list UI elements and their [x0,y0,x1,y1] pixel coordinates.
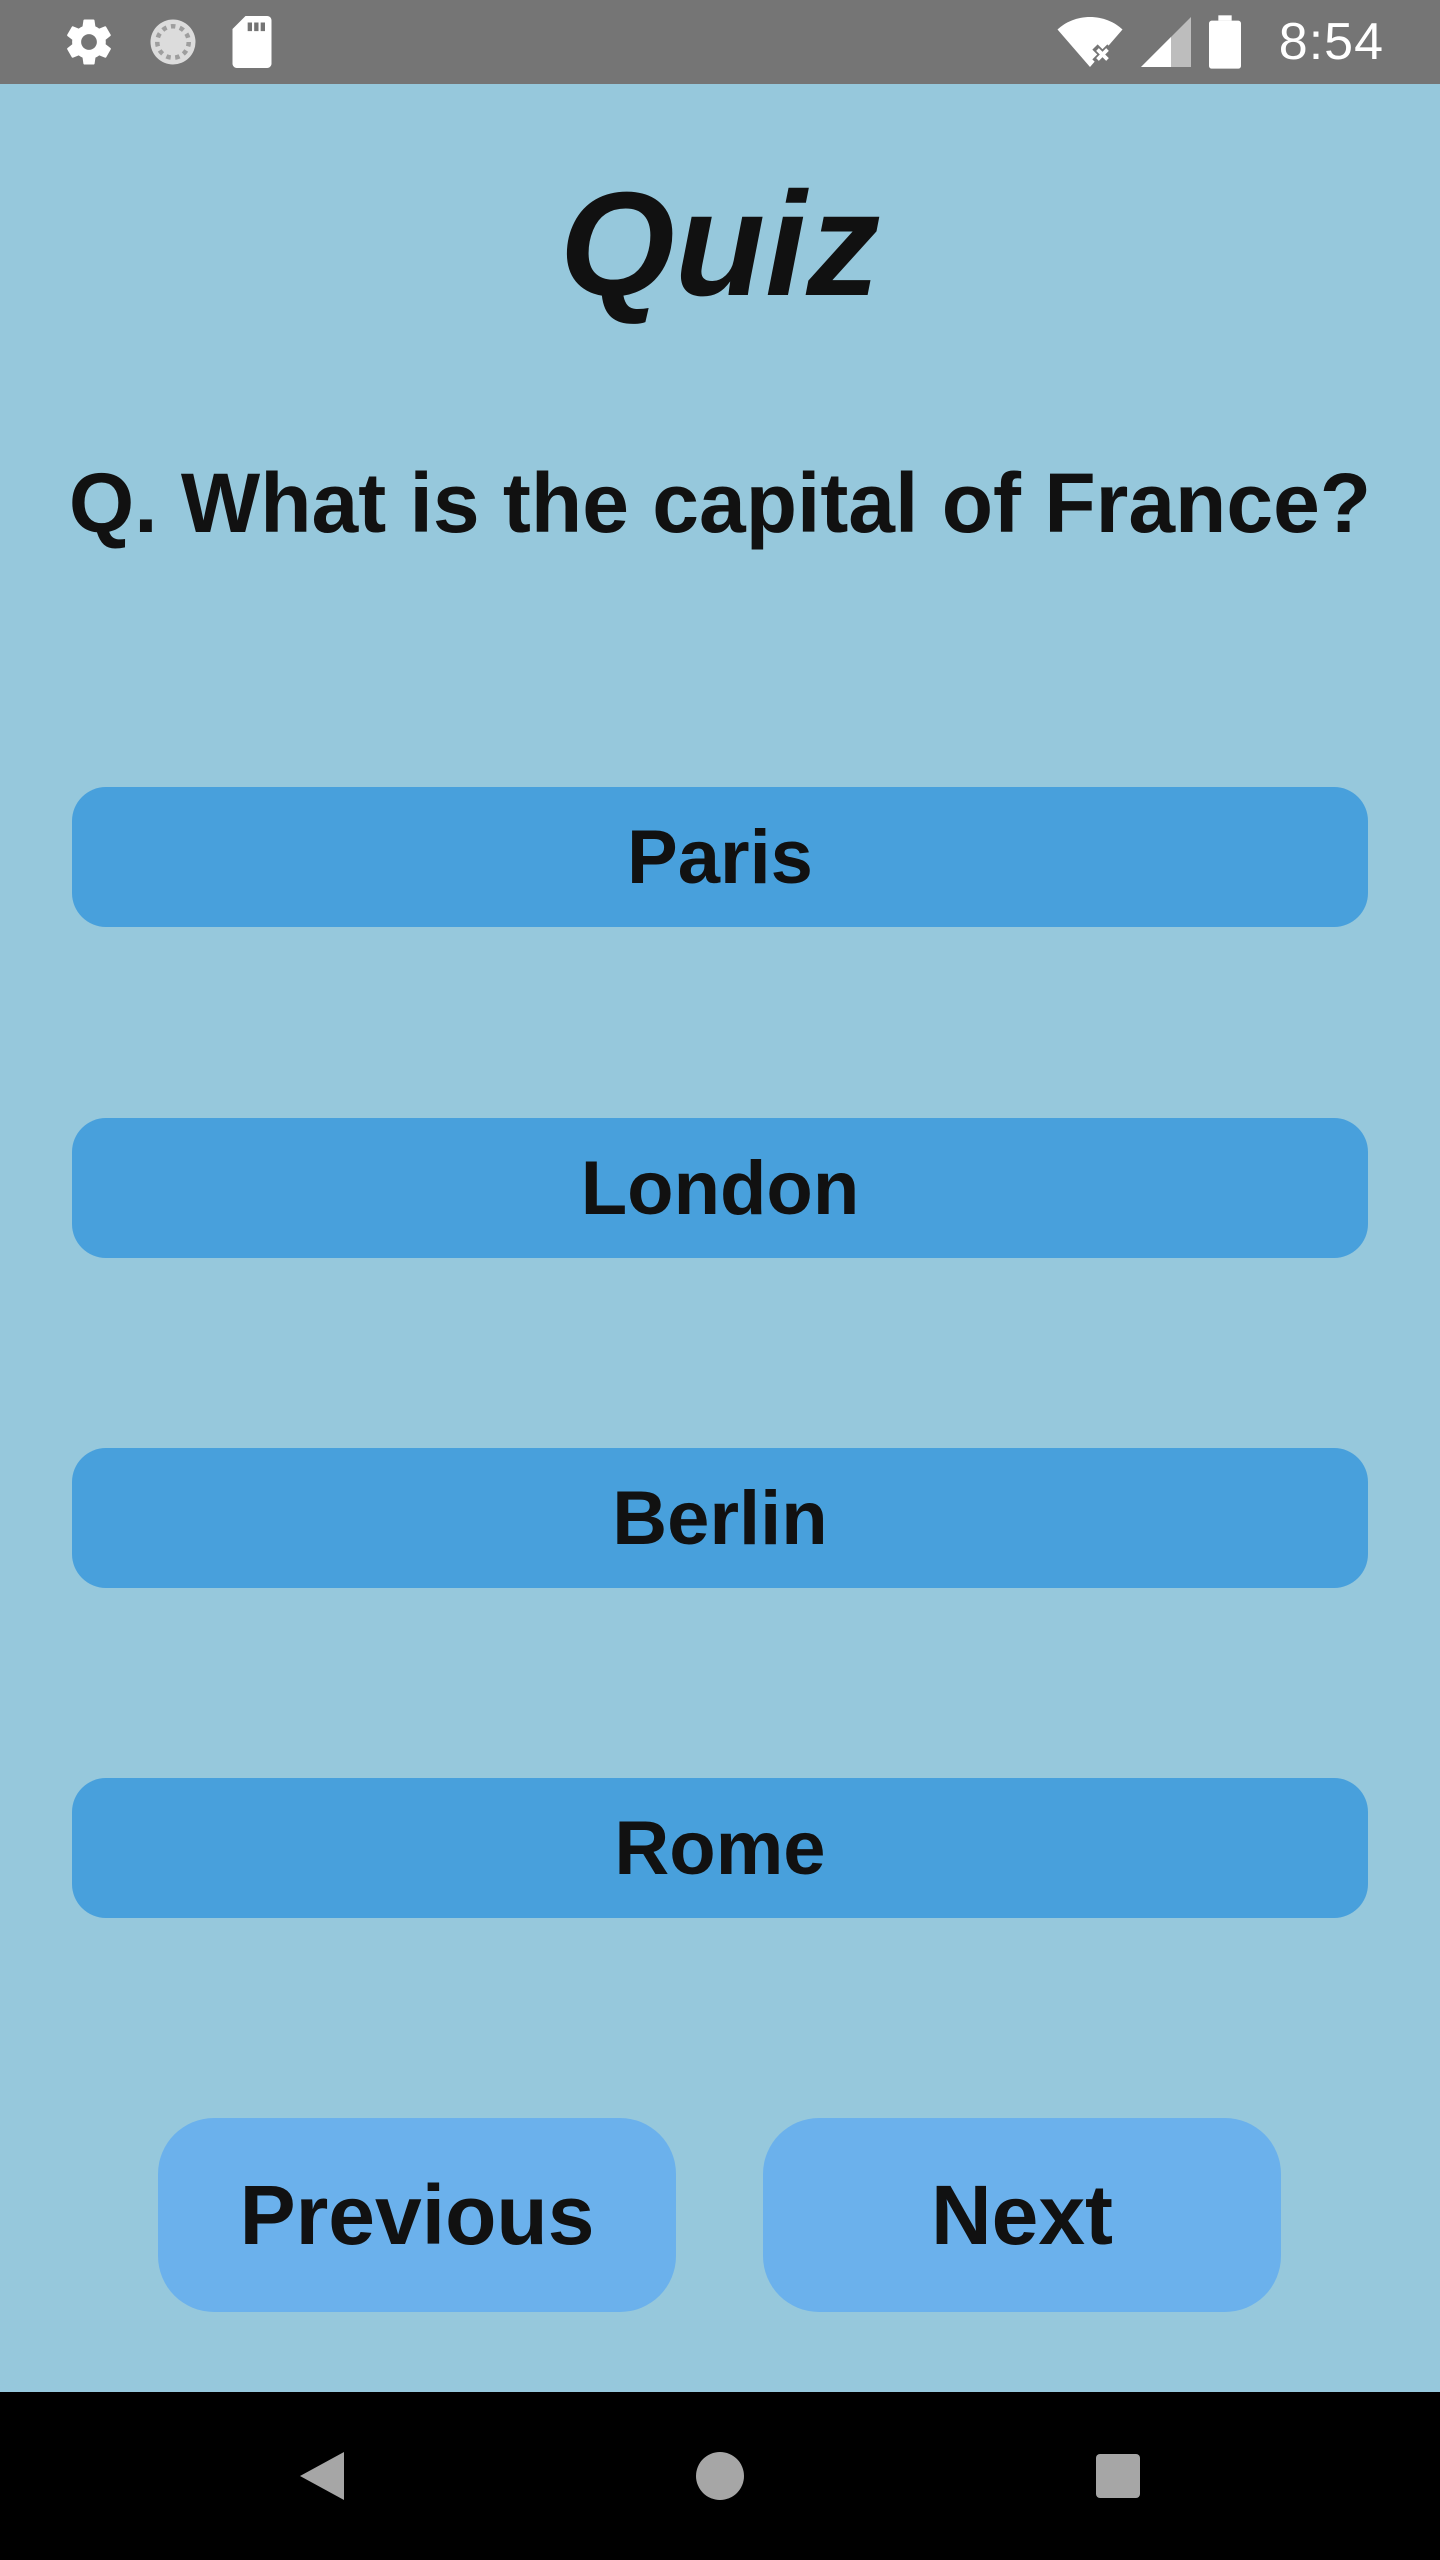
sd-card-icon [230,16,274,68]
question-text: Q. What is the capital of France? [68,456,1372,550]
option-button-london[interactable]: London [72,1118,1368,1258]
recents-icon[interactable] [1058,2392,1178,2560]
settings-icon [62,15,116,69]
wifi-off-icon [1057,17,1123,67]
option-button-rome[interactable]: Rome [72,1778,1368,1918]
option-button-paris[interactable]: Paris [72,787,1368,927]
system-navigation-bar [0,2392,1440,2560]
page-title: Quiz [559,162,881,327]
next-button[interactable]: Next [763,2118,1281,2312]
back-icon[interactable] [262,2392,382,2560]
previous-button[interactable]: Previous [158,2118,676,2312]
home-icon[interactable] [660,2392,780,2560]
status-bar: 8:54 [0,0,1440,84]
option-button-berlin[interactable]: Berlin [72,1448,1368,1588]
signal-icon [1140,17,1191,67]
clock: 8:54 [1278,13,1384,71]
sync-icon [146,15,200,69]
battery-icon [1208,15,1241,69]
